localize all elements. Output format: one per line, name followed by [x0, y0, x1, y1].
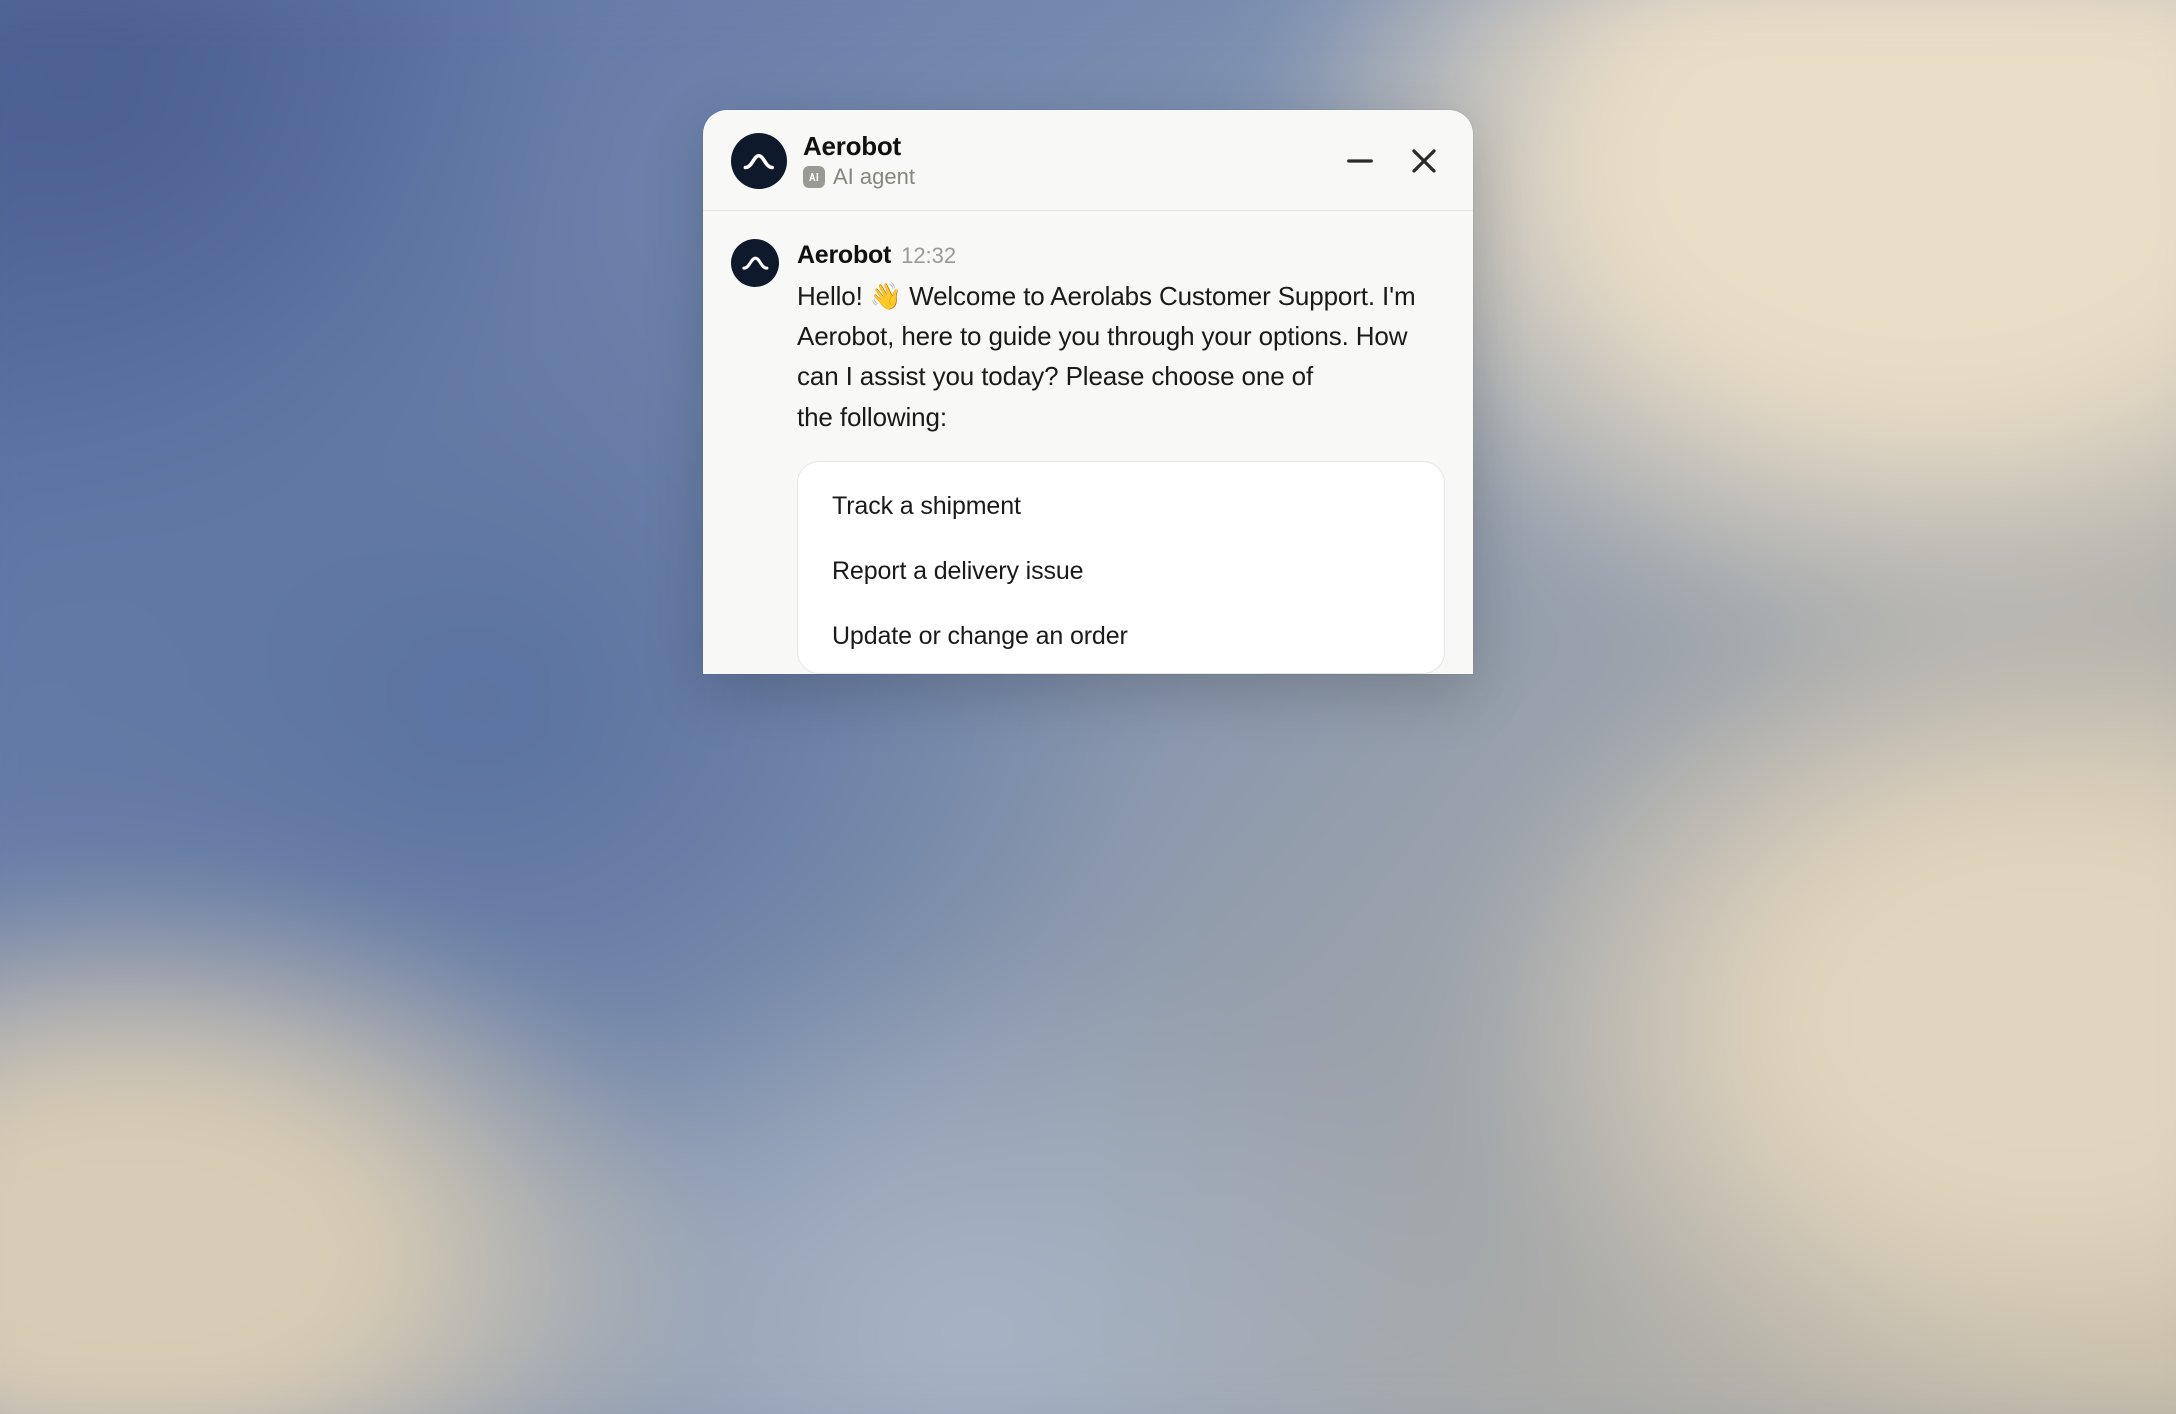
message-meta: Aerobot 12:32	[797, 241, 1445, 270]
minimize-icon	[1345, 146, 1375, 176]
close-button[interactable]	[1409, 146, 1439, 176]
message-text: Hello! 👋 Welcome to Aerolabs Customer Su…	[797, 276, 1445, 437]
chat-subtitle-row: AI agent	[803, 164, 1329, 190]
chat-window: Aerobot AI agent	[703, 110, 1473, 674]
option-track-shipment[interactable]: Track a shipment	[798, 474, 1444, 539]
chat-body: Aerobot 12:32 Hello! 👋 Welcome to Aerola…	[703, 211, 1473, 674]
bot-avatar	[731, 133, 787, 189]
message-author: Aerobot	[797, 241, 891, 270]
option-report-delivery-issue[interactable]: Report a delivery issue	[798, 539, 1444, 604]
aerobot-logo-icon	[741, 248, 770, 277]
ai-badge-icon	[803, 166, 825, 188]
message-content: Aerobot 12:32 Hello! 👋 Welcome to Aerola…	[797, 239, 1445, 674]
aerobot-logo-icon	[742, 144, 776, 178]
chat-header-text: Aerobot AI agent	[803, 132, 1329, 190]
close-icon	[1409, 146, 1439, 176]
message-row: Aerobot 12:32 Hello! 👋 Welcome to Aerola…	[731, 239, 1445, 674]
chat-subtitle: AI agent	[833, 164, 915, 190]
message-timestamp: 12:32	[901, 243, 956, 269]
chat-header: Aerobot AI agent	[703, 110, 1473, 211]
options-card: Track a shipment Report a delivery issue…	[797, 461, 1445, 674]
message-avatar	[731, 239, 779, 287]
option-update-order[interactable]: Update or change an order	[798, 604, 1444, 669]
minimize-button[interactable]	[1345, 146, 1375, 176]
chat-title: Aerobot	[803, 132, 1329, 162]
chat-header-actions	[1345, 146, 1439, 176]
